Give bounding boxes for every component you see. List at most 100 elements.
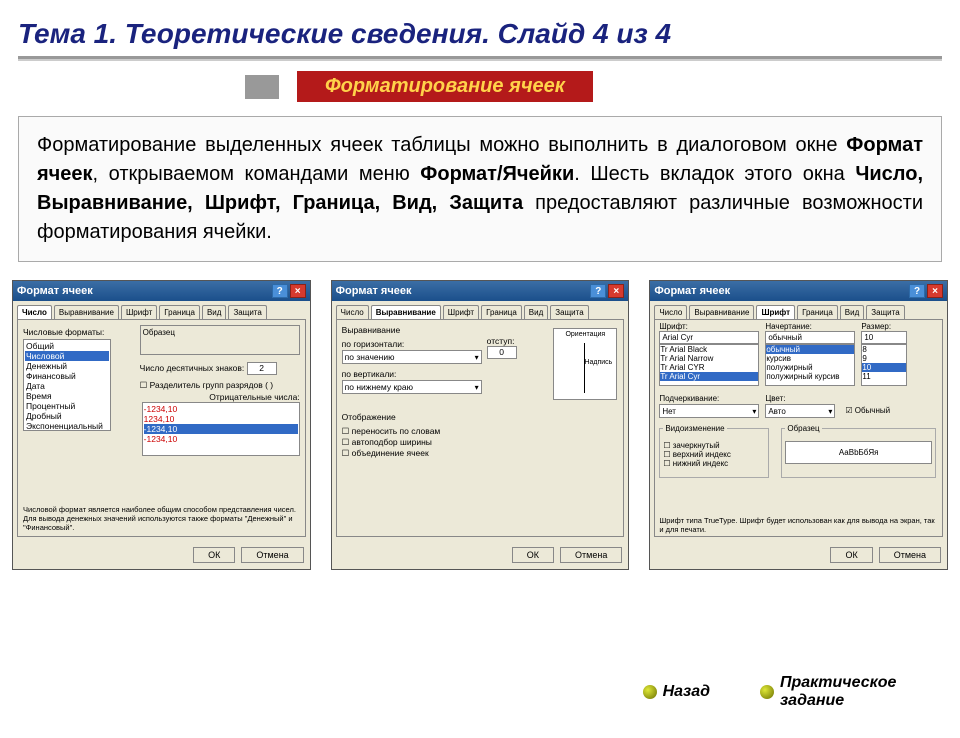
ok-button[interactable]: ОК [512, 547, 554, 563]
list-item[interactable]: Экспоненциальный [25, 421, 109, 431]
list-item[interactable]: обычный [766, 345, 854, 354]
list-item[interactable]: Tr Arial Black [660, 345, 758, 354]
para-t3: . Шесть вкладок этого окна [574, 163, 855, 185]
underline-select[interactable]: Нет [659, 404, 759, 418]
close-icon[interactable]: × [290, 284, 306, 298]
dialog-font: Формат ячеек ? × Число Выравнивание Шриф… [649, 280, 948, 570]
list-item[interactable]: Время [25, 391, 109, 401]
tab-align[interactable]: Выравнивание [371, 305, 441, 319]
tab-number[interactable]: Число [654, 305, 687, 319]
vertical-select[interactable]: по нижнему краю [342, 380, 482, 394]
nav-task[interactable]: Практическое задание [760, 674, 920, 710]
horizontal-select[interactable]: по значению [342, 350, 482, 364]
subscript-checkbox[interactable]: нижний индекс [663, 459, 765, 468]
indent-spinner[interactable]: 0 [487, 346, 517, 359]
tab-font[interactable]: Шрифт [443, 305, 479, 319]
list-item[interactable]: полужирный [766, 363, 854, 372]
list-item[interactable]: 9 [862, 354, 906, 363]
list-item[interactable]: Tr Arial CYR [660, 363, 758, 372]
size-input[interactable]: 10 [861, 331, 907, 344]
help-icon[interactable]: ? [272, 284, 288, 298]
list-item[interactable]: Дробный [25, 411, 109, 421]
cancel-button[interactable]: Отмена [560, 547, 622, 563]
close-icon[interactable]: × [608, 284, 624, 298]
list-item[interactable]: -1234,10 [144, 434, 298, 444]
rotation-text: Надпись [584, 359, 612, 366]
list-item[interactable]: 1234,10 [144, 414, 298, 424]
style-list[interactable]: обычный курсив полужирный полужирный кур… [765, 344, 855, 386]
dialog-titlebar[interactable]: Формат ячеек ? × [332, 281, 629, 301]
vertical-label: по вертикали: [342, 369, 482, 379]
categories-list[interactable]: Общий Числовой Денежный Финансовый Дата … [23, 339, 111, 431]
merge-checkbox[interactable]: объединение ячеек [342, 448, 619, 459]
effects-label: Видоизменение [663, 424, 726, 433]
thousands-sep-checkbox[interactable]: Разделитель групп разрядов ( ) [140, 380, 300, 391]
tab-protect[interactable]: Защита [866, 305, 904, 319]
tab-number[interactable]: Число [336, 305, 369, 319]
tab-font[interactable]: Шрифт [121, 305, 157, 319]
tab-view[interactable]: Вид [840, 305, 864, 319]
strike-checkbox[interactable]: зачеркнутый [663, 441, 765, 450]
list-item[interactable]: -1234,10 [144, 424, 298, 434]
wrap-checkbox[interactable]: переносить по словам [342, 426, 619, 437]
font-list[interactable]: Tr Arial Black Tr Arial Narrow Tr Arial … [659, 344, 759, 386]
tab-protect[interactable]: Защита [228, 305, 266, 319]
list-item[interactable]: Финансовый [25, 371, 109, 381]
tab-number[interactable]: Число [17, 305, 52, 319]
tab-view[interactable]: Вид [202, 305, 226, 319]
dialog-title: Формат ячеек [654, 285, 730, 297]
font-label: Шрифт: [659, 322, 759, 331]
gray-square-icon [245, 75, 279, 99]
help-icon[interactable]: ? [909, 284, 925, 298]
dialog-number: Формат ячеек ? × Число Выравнивание Шриф… [12, 280, 311, 570]
help-icon[interactable]: ? [590, 284, 606, 298]
ok-button[interactable]: ОК [830, 547, 872, 563]
tab-border[interactable]: Граница [797, 305, 838, 319]
normal-checkbox[interactable]: ☑ Обычный [845, 406, 890, 415]
tab-align[interactable]: Выравнивание [54, 305, 119, 319]
shrink-checkbox[interactable]: автоподбор ширины [342, 437, 619, 448]
size-label: Размер: [861, 322, 907, 331]
list-item[interactable]: Общий [25, 341, 109, 351]
tab-align[interactable]: Выравнивание [689, 305, 754, 319]
list-item[interactable]: Денежный [25, 361, 109, 371]
list-item[interactable]: Процентный [25, 401, 109, 411]
dialog-titlebar[interactable]: Формат ячеек ? × [13, 281, 310, 301]
sample-label: Образец [785, 424, 821, 433]
sample-preview: АаBbБбЯя [785, 441, 932, 464]
list-item[interactable]: Tr Arial Cyr [660, 372, 758, 381]
size-list[interactable]: 8 9 10 11 [861, 344, 907, 386]
cancel-button[interactable]: Отмена [241, 547, 303, 563]
close-icon[interactable]: × [927, 284, 943, 298]
tab-font[interactable]: Шрифт [756, 305, 795, 319]
font-input[interactable]: Arial Cyr [659, 331, 759, 344]
tab-border[interactable]: Граница [481, 305, 522, 319]
list-item[interactable]: Дата [25, 381, 109, 391]
decimals-spinner[interactable]: 2 [247, 362, 277, 375]
orientation-label: Ориентация [565, 331, 605, 338]
negatives-list[interactable]: -1234,10 1234,10 -1234,10 -1234,10 [142, 402, 300, 456]
superscript-checkbox[interactable]: верхний индекс [663, 450, 765, 459]
orientation-control[interactable]: Ориентация Надпись [553, 328, 617, 400]
nav-back[interactable]: Назад [643, 674, 710, 710]
list-item[interactable]: полужирный курсив [766, 372, 854, 381]
list-item[interactable]: 10 [862, 363, 906, 372]
list-item[interactable]: 8 [862, 345, 906, 354]
list-item[interactable]: Числовой [25, 351, 109, 361]
style-input[interactable]: обычный [765, 331, 855, 344]
dialog-titlebar[interactable]: Формат ячеек ? × [650, 281, 947, 301]
list-item[interactable]: курсив [766, 354, 854, 363]
list-item[interactable]: 11 [862, 372, 906, 381]
list-item[interactable]: -1234,10 [144, 404, 298, 414]
ok-button[interactable]: ОК [193, 547, 235, 563]
tab-protect[interactable]: Защита [550, 305, 588, 319]
color-select[interactable]: Авто [765, 404, 835, 418]
section-banner: Форматирование ячеек [297, 71, 593, 102]
cancel-button[interactable]: Отмена [879, 547, 941, 563]
tab-view[interactable]: Вид [524, 305, 548, 319]
tab-border[interactable]: Граница [159, 305, 200, 319]
indent-label: отступ: [487, 336, 517, 346]
list-item[interactable]: Tr Arial Narrow [660, 354, 758, 363]
format-hint: Числовой формат является наиболее общим … [23, 505, 300, 532]
nav-task-label: Практическое задание [780, 674, 920, 710]
